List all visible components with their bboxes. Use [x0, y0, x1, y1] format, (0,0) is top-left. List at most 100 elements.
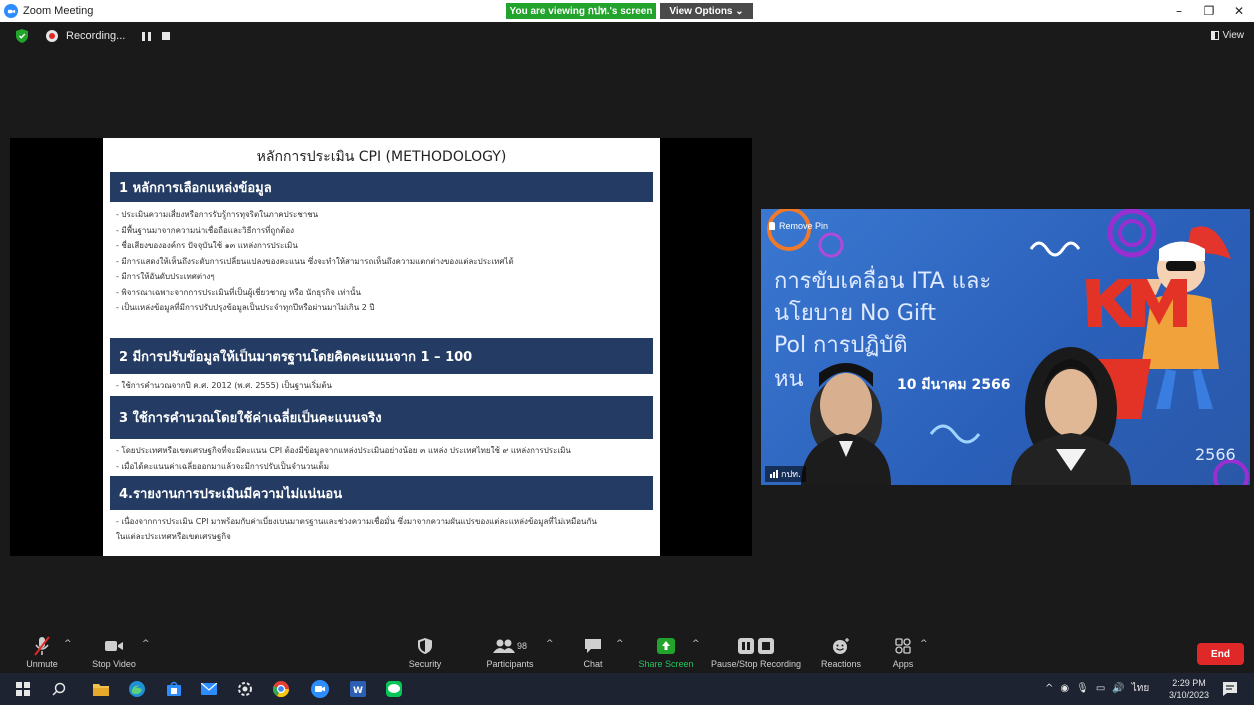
chrome-browser-icon[interactable]	[272, 680, 290, 698]
share-screen-button[interactable]: Share Screen	[636, 631, 696, 673]
window-controls: – ❐ ✕	[1164, 0, 1254, 22]
audio-options-chevron-icon[interactable]: ^	[64, 639, 72, 649]
reactions-button[interactable]: Reactions	[818, 631, 864, 673]
clock-time: 2:29 PM	[1172, 678, 1206, 688]
share-screen-label: Share Screen	[638, 659, 694, 669]
section-2-item: - ใช้การคำนวณจากปี ค.ศ. 2012 (พ.ศ. 2555)…	[116, 381, 332, 390]
list-item: - เมื่อได้คะแนนค่าเฉลี่ยออกมาแล้วจะมีการ…	[116, 461, 330, 471]
participants-button[interactable]: 98 Participants	[480, 631, 540, 673]
list-item: - เนื่องจากการประเมิน CPI มาพร้อมกับค่าเ…	[116, 517, 597, 526]
section-1-list: - ประเมินความเสี่ยงหรือการรับรู้การทุจริ…	[116, 207, 514, 316]
camera-icon	[104, 635, 124, 657]
background-text-line-4: หน	[774, 367, 804, 392]
list-item: - ประเมินความเสี่ยงหรือการรับรู้การทุจริ…	[116, 210, 319, 219]
clock[interactable]: 2:29 PM 3/10/2023	[1167, 677, 1211, 701]
zoom-window: { "window": { "title": "Zoom Meeting" },…	[0, 0, 1254, 705]
store-icon[interactable]	[165, 680, 183, 698]
list-item: - พิจารณาเฉพาะจากการประเมินที่เป็นผู้เชี…	[116, 287, 361, 297]
list-item: - มีการให้อันดับประเทศต่างๆ	[116, 272, 215, 281]
edge-browser-icon[interactable]	[128, 680, 146, 698]
chat-label: Chat	[583, 659, 603, 669]
tray-expand-icon[interactable]: ^	[1045, 683, 1053, 694]
reactions-label: Reactions	[820, 659, 862, 669]
stop-video-button[interactable]: Stop Video	[88, 631, 140, 673]
participants-icon: 98	[492, 635, 527, 657]
end-meeting-button[interactable]: End	[1197, 643, 1244, 665]
word-icon[interactable]: W	[349, 680, 367, 698]
chat-icon	[584, 635, 602, 657]
clock-date: 3/10/2023	[1168, 690, 1210, 700]
apps-chevron-icon[interactable]: ^	[920, 639, 928, 649]
title-bar: Zoom Meeting You are viewing กปท.'s scre…	[0, 0, 1254, 22]
microphone-icon[interactable]: 🎙	[1076, 683, 1089, 694]
view-button[interactable]: View	[1210, 30, 1245, 41]
remove-pin-button[interactable]: Remove Pin	[769, 221, 828, 231]
recording-label: Recording...	[66, 30, 126, 42]
background-date: 10 มีนาคม 2566	[897, 377, 1011, 393]
stop-video-label: Stop Video	[92, 659, 136, 669]
background-year: 2566	[1195, 445, 1236, 464]
settings-gear-icon[interactable]	[236, 680, 254, 698]
notifications-icon[interactable]	[1222, 681, 1238, 697]
pause-recording-icon[interactable]	[142, 32, 152, 41]
apps-label: Apps	[892, 659, 914, 669]
shared-screen: หลักการประเมิน CPI (METHODOLOGY) 1 หลักก…	[10, 138, 752, 556]
restore-icon[interactable]: ❐	[1194, 0, 1224, 22]
stop-recording-icon[interactable]	[162, 32, 170, 40]
windows-taskbar: W ^ ◉ 🎙 ▭ 🔊 ไทย 2:29 PM 3/10/2023	[0, 673, 1254, 705]
system-tray: ^ ◉ 🎙 ▭ 🔊 ไทย	[1045, 681, 1149, 696]
view-layout-icon	[1210, 31, 1219, 40]
file-explorer-icon[interactable]	[92, 680, 110, 698]
participant-video-tile[interactable]: การขับเคลื่อน ITA และ นโยบาย No Gift Pol…	[761, 209, 1250, 485]
view-options-button[interactable]: View Options ⌄	[660, 3, 753, 19]
list-item: - มีพื้นฐานมาจากความน่าเชื่อถือและวิธีกา…	[116, 225, 295, 235]
list-item: - เป็นแหล่งข้อมูลที่มีการปรับปรุงข้อมูลเ…	[116, 303, 375, 312]
participants-count: 98	[516, 641, 527, 651]
reactions-icon	[832, 635, 850, 657]
volume-icon[interactable]: 🔊	[1112, 683, 1124, 694]
signal-icon	[770, 470, 778, 478]
section-4-header: 4.รายงานการประเมินมีความไม่แน่นอน	[110, 476, 653, 510]
recording-bar: Recording... View	[0, 22, 1254, 52]
windows-start-icon[interactable]	[14, 680, 32, 698]
background-text-line-2: นโยบาย No Gift	[774, 301, 937, 326]
section-3-list: - โดยประเทศหรือเขตเศรษฐกิจที่จะมีคะแนน C…	[116, 443, 571, 474]
video-options-chevron-icon[interactable]: ^	[142, 639, 150, 649]
network-icon[interactable]: ▭	[1096, 683, 1105, 694]
section-1-header: 1 หลักการเลือกแหล่งข้อมูล	[110, 172, 653, 202]
participant-name: กปท.	[781, 470, 801, 480]
mail-icon[interactable]	[200, 680, 218, 698]
unmute-label: Unmute	[26, 659, 58, 669]
zoom-app-icon[interactable]	[311, 680, 329, 698]
slide: หลักการประเมิน CPI (METHODOLOGY) 1 หลักก…	[103, 138, 660, 556]
participants-label: Participants	[486, 659, 534, 669]
pause-stop-recording-button[interactable]: Pause/Stop Recording	[710, 631, 802, 673]
search-icon[interactable]	[50, 680, 68, 698]
minimize-icon[interactable]: –	[1164, 0, 1194, 22]
pin-icon	[769, 222, 775, 230]
cloud-recording-icon	[46, 30, 58, 42]
remove-pin-label: Remove Pin	[779, 221, 829, 231]
close-icon[interactable]: ✕	[1224, 0, 1254, 22]
share-chevron-icon[interactable]: ^	[692, 639, 700, 649]
list-item: - โดยประเทศหรือเขตเศรษฐกิจที่จะมีคะแนน C…	[116, 446, 571, 455]
viewing-banner: You are viewing กปท.'s screen	[506, 3, 656, 19]
chat-button[interactable]: Chat	[578, 631, 608, 673]
participants-chevron-icon[interactable]: ^	[546, 639, 554, 649]
background-text-line-3: Pol การปฏิบัติ	[774, 333, 908, 358]
unmute-button[interactable]: Unmute	[22, 631, 62, 673]
security-button[interactable]: Security	[405, 631, 445, 673]
section-2-header: 2 มีการปรับข้อมูลให้เป็นมาตรฐานโดยคิดคะแ…	[110, 338, 653, 374]
svg-text:W: W	[353, 686, 363, 696]
section-4-list: - เนื่องจากการประเมิน CPI มาพร้อมกับค่าเ…	[116, 514, 597, 544]
microphone-muted-icon	[34, 635, 50, 657]
encryption-shield-icon[interactable]	[16, 29, 28, 43]
apps-icon	[895, 635, 911, 657]
line-app-icon[interactable]	[385, 680, 403, 698]
language-indicator[interactable]: ไทย	[1132, 681, 1149, 696]
zoom-logo-icon	[4, 4, 18, 18]
view-label: View	[1222, 30, 1245, 41]
chat-chevron-icon[interactable]: ^	[616, 639, 624, 649]
tray-app-icon[interactable]: ◉	[1060, 683, 1069, 694]
apps-button[interactable]: Apps	[888, 631, 918, 673]
